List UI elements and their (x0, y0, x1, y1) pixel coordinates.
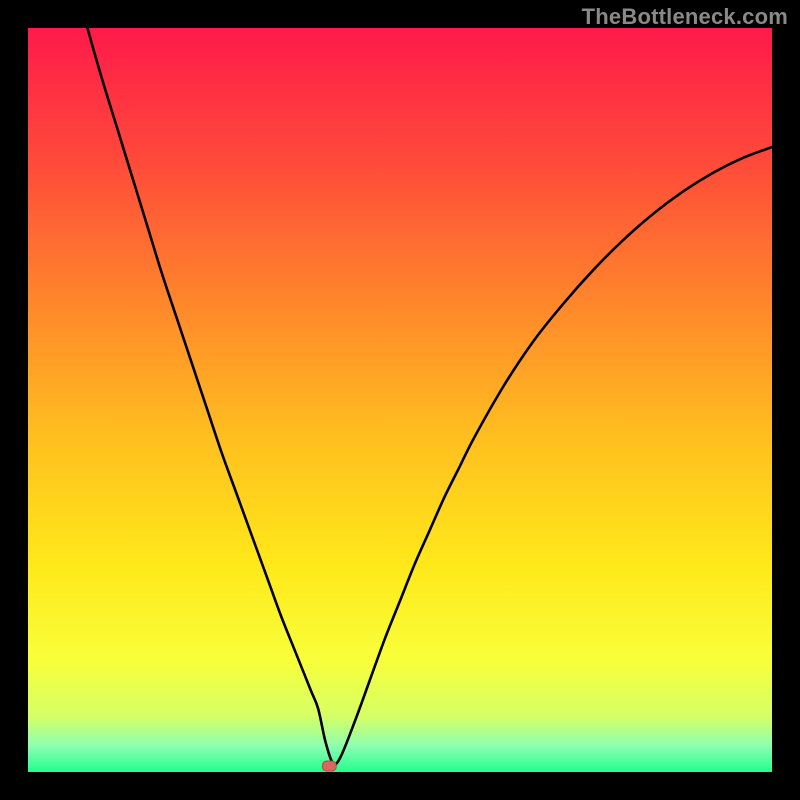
chart-svg (28, 28, 772, 772)
outer-frame: TheBottleneck.com (0, 0, 800, 800)
plot-area (28, 28, 772, 772)
watermark-text: TheBottleneck.com (582, 4, 788, 30)
gradient-background (28, 28, 772, 772)
optimal-point-marker (322, 761, 336, 771)
